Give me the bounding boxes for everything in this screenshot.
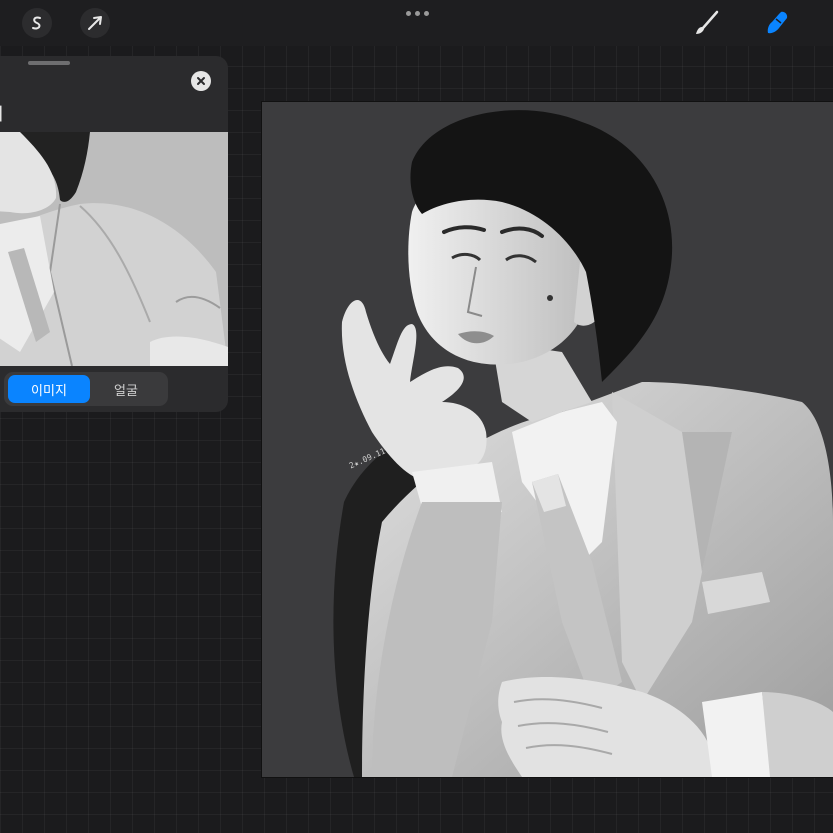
tab-image[interactable]: 이미지 (8, 375, 90, 403)
portrait-artwork (262, 102, 833, 777)
tab-face[interactable]: 얼굴 (88, 375, 164, 403)
panel-drag-handle[interactable] (28, 61, 70, 65)
reference-panel[interactable]: 기 이미지 얼굴 (0, 56, 228, 412)
more-dots-icon[interactable] (401, 6, 433, 20)
brush-button[interactable] (692, 8, 722, 38)
top-toolbar (0, 0, 833, 46)
panel-title: 기 (0, 100, 188, 125)
drawing-canvas[interactable]: 2★.09.11 (262, 102, 833, 777)
smudge-finger-icon (767, 11, 788, 34)
close-icon (197, 77, 205, 85)
selection-s-button[interactable] (22, 8, 52, 38)
brush-icon (696, 10, 719, 34)
reference-photo (0, 132, 228, 366)
smudge-button[interactable] (762, 8, 792, 38)
arrow-transform-icon (88, 16, 102, 30)
close-button[interactable] (191, 71, 211, 91)
transform-button[interactable] (80, 8, 110, 38)
smudge-s-icon (32, 16, 41, 30)
reference-mode-segmented: 이미지 얼굴 (4, 372, 168, 406)
